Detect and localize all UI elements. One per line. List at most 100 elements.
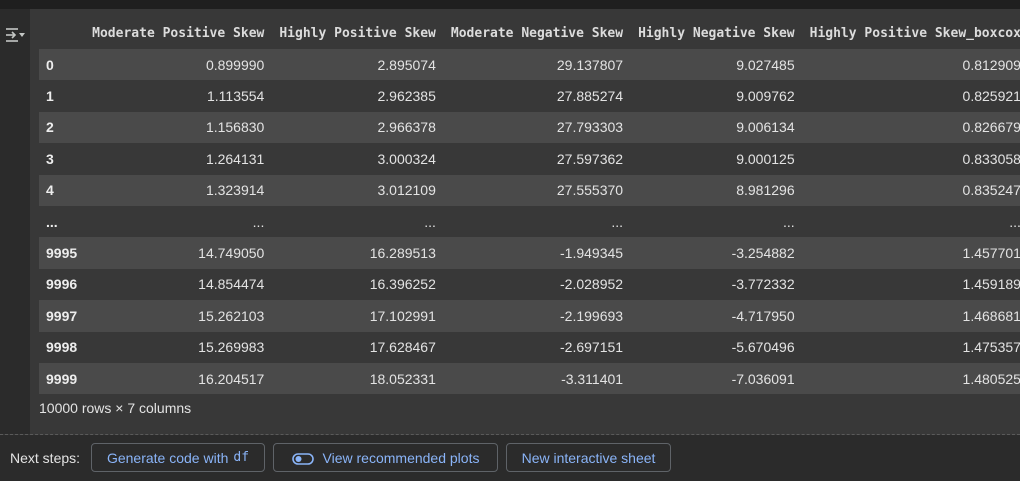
table-cell: 0.812909 <box>962 56 1020 73</box>
column-header: Highly Positive Skew_boxcox <box>809 25 1020 41</box>
toggle-icon <box>291 452 314 465</box>
table-cell: 0.833058 <box>962 150 1020 167</box>
table-cell: 9.009762 <box>736 88 795 105</box>
table-cell: ... <box>424 213 436 230</box>
table-cell: 1.457701 <box>962 245 1020 262</box>
table-cell: -7.036091 <box>731 370 795 387</box>
table-cell: 1.468681 <box>962 307 1020 324</box>
row-index: 9997 <box>46 307 78 324</box>
table-cell: 2.966378 <box>377 119 436 136</box>
table-cell: -5.670496 <box>731 339 795 356</box>
table-cell: 1.480525 <box>962 370 1020 387</box>
table-cell: 0.899990 <box>205 56 265 73</box>
table-row: 2 1.156830 2.966378 27.793303 9.006134 0.8266… <box>39 111 1020 144</box>
table-cell: 27.555370 <box>556 182 624 199</box>
table-cell: ... <box>1009 213 1020 230</box>
table-cell: -3.311401 <box>561 370 624 387</box>
table-cell: 15.269983 <box>198 339 265 356</box>
table-cell: 16.289513 <box>369 245 436 262</box>
table-cell: 3.000324 <box>377 150 436 167</box>
column-header: Moderate Positive Skew <box>92 25 265 41</box>
table-cell: -2.199693 <box>560 307 624 324</box>
table-cell: 1.459189 <box>962 276 1020 293</box>
interactive-sheet-label: New interactive sheet <box>521 449 656 466</box>
column-header: Highly Positive Skew <box>279 25 436 41</box>
table-cell: -3.254882 <box>731 245 795 262</box>
next-steps-label: Next steps: <box>10 450 81 466</box>
table-cell: 18.052331 <box>369 370 436 387</box>
table-cell: 9.027485 <box>736 56 795 73</box>
table-row: 9996 14.854474 16.396252 -2.028952 -3.772332… <box>39 268 1020 301</box>
table-row: 3 1.264131 3.000324 27.597362 9.000125 0.8330… <box>39 143 1020 175</box>
table-row: 9995 14.749050 16.289513 -1.949345 -3.254882… <box>39 237 1020 269</box>
table-cell: 17.628467 <box>369 339 436 356</box>
table-cell: -1.949345 <box>560 245 624 262</box>
index-header <box>39 17 85 49</box>
column-header: Moderate Negative Skew <box>450 25 624 41</box>
next-steps-bar: Next steps: Generate code with df View r… <box>0 435 1020 481</box>
row-index: 9995 <box>46 245 78 262</box>
table-cell: 2.962385 <box>377 88 436 105</box>
row-index: 2 <box>46 119 54 136</box>
view-plots-label: View recommended plots <box>322 449 480 466</box>
output-gutter <box>0 9 30 434</box>
row-index: 0 <box>46 56 54 73</box>
view-recommended-plots-button[interactable]: View recommended plots <box>273 443 498 472</box>
table-cell: 17.102991 <box>369 307 436 324</box>
table-cell: 8.981296 <box>736 182 795 199</box>
table-cell: 27.793303 <box>556 119 624 136</box>
generate-code-var: df <box>233 450 250 465</box>
dataframe-shape: 10000 rows × 7 columns <box>39 400 192 416</box>
table-cell: -2.028952 <box>560 276 624 293</box>
table-row: 0 0.899990 2.895074 29.137807 9.027485 0.8129… <box>39 49 1020 81</box>
table-cell: 16.396252 <box>369 276 436 293</box>
row-index: 9996 <box>46 276 78 293</box>
column-header: Highly Negative Skew <box>638 25 795 41</box>
table-cell: 3.012109 <box>377 182 436 199</box>
table-cell: 1.264131 <box>205 150 265 167</box>
table-cell: ... <box>611 213 624 230</box>
row-index: 9998 <box>46 339 78 356</box>
table-cell: 27.885274 <box>556 88 624 105</box>
table-cell: 0.826679 <box>962 119 1020 136</box>
new-interactive-sheet-button[interactable]: New interactive sheet <box>506 443 671 472</box>
table-row: .................. <box>39 205 1020 238</box>
dataframe-output: Moderate Positive Skew Highly Positive S… <box>30 9 1020 434</box>
table-cell: 9.000125 <box>736 150 795 167</box>
output-actions-icon[interactable] <box>4 25 26 45</box>
table-row: 4 1.323914 3.012109 27.555370 8.981296 0.8352… <box>39 174 1020 206</box>
table-cell: 29.137807 <box>556 56 624 73</box>
table-cell: 0.825921 <box>962 88 1020 105</box>
table-cell: 14.854474 <box>198 276 265 293</box>
table-cell: 27.597362 <box>556 150 624 167</box>
row-index: 1 <box>46 88 54 105</box>
generate-code-button[interactable]: Generate code with df <box>91 443 265 472</box>
table-cell: 1.113554 <box>206 88 265 105</box>
table-row: 9999 16.204517 18.052331 -3.311401 -7.036091… <box>39 362 1020 395</box>
row-index: ... <box>46 213 58 230</box>
table-header-row: Moderate Positive Skew Highly Positive S… <box>39 17 1020 49</box>
row-index: 9999 <box>46 370 78 387</box>
table-cell: -4.717950 <box>731 307 795 324</box>
row-index: 4 <box>46 182 54 199</box>
table-cell: 16.204517 <box>198 370 265 387</box>
table-row: 9998 15.269983 17.628467 -2.697151 -5.670496… <box>39 331 1020 363</box>
row-index: 3 <box>46 150 54 167</box>
table-cell: ... <box>252 213 265 230</box>
table-cell: 1.475357 <box>962 339 1020 356</box>
table-row: 9997 15.262103 17.102991 -2.199693 -4.717950… <box>39 300 1020 332</box>
table-cell: 0.835247 <box>962 182 1020 199</box>
dataframe-table: Moderate Positive Skew Highly Positive S… <box>39 17 1020 395</box>
table-cell: 1.156830 <box>205 119 265 136</box>
table-row: 1 1.113554 2.962385 27.885274 9.009762 0.8259… <box>39 80 1020 112</box>
table-cell: 9.006134 <box>736 119 795 136</box>
table-cell: -3.772332 <box>731 276 795 293</box>
table-cell: -2.697151 <box>560 339 624 356</box>
generate-code-label: Generate code with <box>106 449 229 466</box>
cell-top-strip <box>0 0 1020 9</box>
table-cell: 15.262103 <box>198 307 265 324</box>
table-cell: 14.749050 <box>198 245 265 262</box>
table-cell: ... <box>782 213 795 230</box>
table-cell: 1.323914 <box>205 182 265 199</box>
table-cell: 2.895074 <box>377 56 436 73</box>
